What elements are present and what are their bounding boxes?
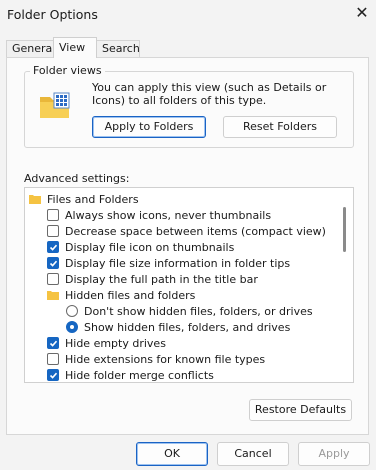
tab-search[interactable]: Search (96, 40, 140, 57)
tree-label: Hidden files and folders (65, 288, 196, 302)
folder-views-label: Folder views (30, 64, 105, 77)
tree-item-checkbox[interactable]: Hide empty drives (47, 335, 166, 351)
tree-item-radio[interactable]: Don't show hidden files, folders, or dri… (66, 303, 313, 319)
tree-label: Always show icons, never thumbnails (65, 208, 272, 222)
tree-label: Display file size information in folder … (65, 256, 291, 270)
tree-label: Files and Folders (47, 192, 139, 206)
tree-label: Display file icon on thumbnails (65, 240, 235, 254)
tree-item-checkbox[interactable]: Display file size information in folder … (47, 255, 290, 271)
folder-icon (47, 291, 59, 300)
checkbox[interactable] (47, 209, 59, 221)
cancel-button[interactable]: Cancel (217, 442, 289, 466)
title-bar: Folder Options ✕ (0, 0, 376, 32)
tree-item-checkbox[interactable]: Always show icons, never thumbnails (47, 207, 271, 223)
tree-label: Don't show hidden files, folders, or dri… (84, 304, 313, 318)
tab-view[interactable]: View (53, 37, 97, 58)
checkbox[interactable] (47, 369, 59, 381)
tree-item-checkbox[interactable]: Hide extensions for known file types (47, 351, 265, 367)
tab-general[interactable]: General (6, 40, 55, 57)
tree-item-radio[interactable]: Show hidden files, folders, and drives (66, 319, 290, 335)
checkbox[interactable] (47, 353, 59, 365)
ok-button[interactable]: OK (136, 442, 208, 466)
close-icon[interactable]: ✕ (352, 3, 372, 23)
advanced-settings-tree: Files and Folders Always show icons, nev… (24, 187, 354, 383)
reset-folders-button[interactable]: Reset Folders (223, 116, 337, 138)
tree-label: Show hidden files, folders, and drives (84, 320, 291, 334)
tree-label: Hide empty drives (65, 336, 166, 350)
checkbox[interactable] (47, 241, 59, 253)
advanced-settings-label: Advanced settings: (24, 172, 130, 185)
checkbox[interactable] (47, 337, 59, 349)
radio-button[interactable] (66, 305, 78, 317)
tree-item-files-and-folders: Files and Folders (29, 191, 139, 207)
folder-view-icon (40, 92, 70, 118)
tree-item-hidden-files-and-folders: Hidden files and folders (47, 287, 195, 303)
checkbox[interactable] (47, 257, 59, 269)
tree-label: Hide extensions for known file types (65, 352, 266, 366)
tree-scrollbar[interactable] (337, 188, 353, 382)
checkbox[interactable] (47, 273, 59, 285)
tree-label: Decrease space between items (compact vi… (65, 224, 326, 238)
scrollbar-thumb[interactable] (343, 207, 346, 252)
folder-views-description: You can apply this view (such as Details… (92, 81, 327, 107)
apply-to-folders-button[interactable]: Apply to Folders (92, 116, 206, 138)
restore-defaults-button[interactable]: Restore Defaults (249, 399, 352, 421)
checkbox[interactable] (47, 225, 59, 237)
folder-icon (29, 195, 41, 204)
window-title: Folder Options (7, 7, 98, 22)
tree-label: Hide folder merge conflicts (65, 368, 214, 382)
tree-label: Display the full path in the title bar (65, 272, 258, 286)
radio-button[interactable] (66, 321, 78, 333)
tree-item-checkbox[interactable]: Hide folder merge conflicts (47, 367, 214, 382)
apply-button[interactable]: Apply (298, 442, 370, 466)
tree-item-checkbox[interactable]: Display the full path in the title bar (47, 271, 258, 287)
tree-item-checkbox[interactable]: Display file icon on thumbnails (47, 239, 234, 255)
tree-item-checkbox[interactable]: Decrease space between items (compact vi… (47, 223, 326, 239)
